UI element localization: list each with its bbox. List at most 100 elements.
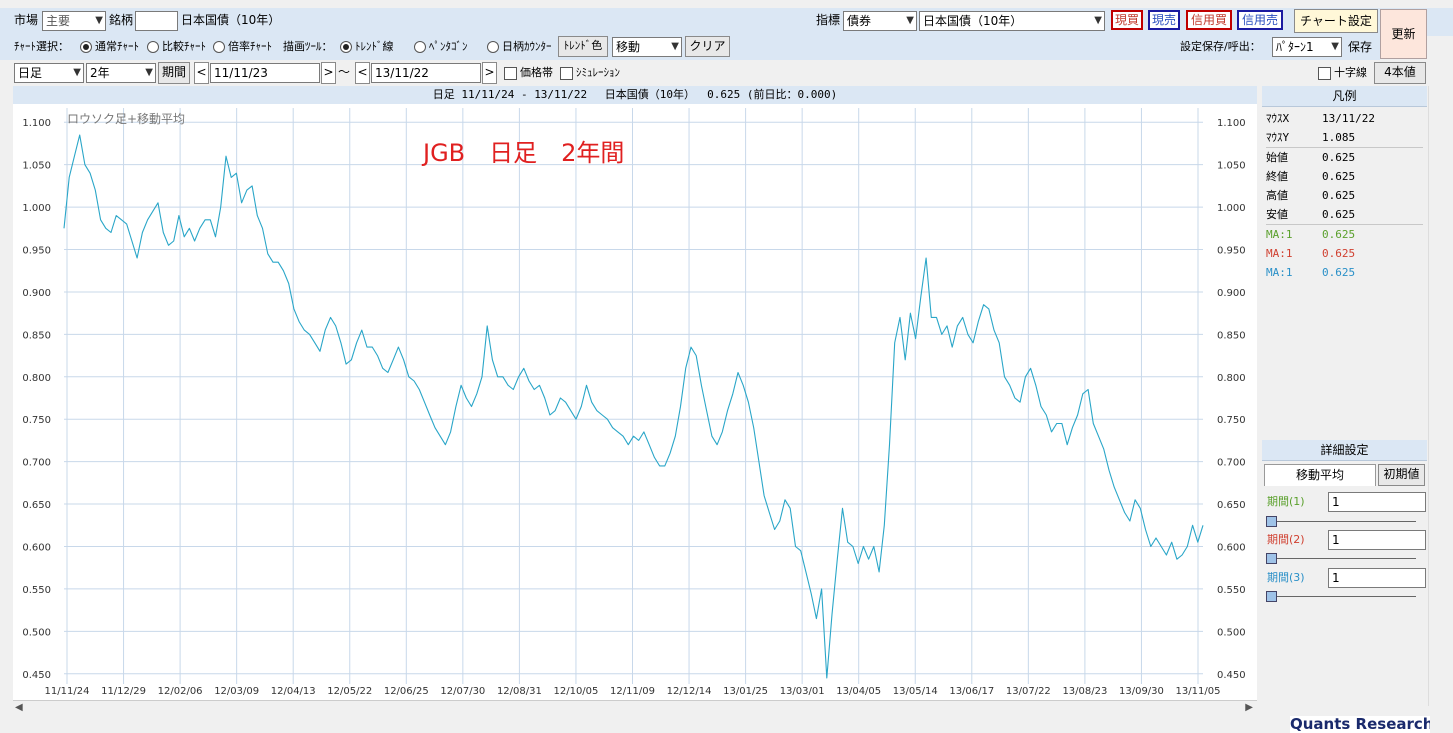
- y-tick-label: 1.050: [22, 161, 51, 172]
- period-button[interactable]: 期間: [158, 62, 190, 84]
- radio-compare-chart[interactable]: 比較ﾁｬｰﾄ: [147, 38, 206, 56]
- move-select[interactable]: 移動 ▼: [612, 37, 682, 57]
- legend-value: 0.625: [1322, 151, 1356, 164]
- pattern-select[interactable]: ﾊﾟﾀｰﾝ1 ▼: [1272, 37, 1342, 57]
- scroll-right-icon[interactable]: ▶: [1245, 702, 1253, 713]
- period-type-select[interactable]: 日足 ▼: [14, 63, 84, 83]
- legend-value: 0.625: [1322, 170, 1356, 183]
- period-length-select[interactable]: 2年 ▼: [86, 63, 156, 83]
- radio-normal-chart[interactable]: 通常ﾁｬｰﾄ: [80, 38, 139, 56]
- y-tick-label: 0.650: [22, 500, 51, 511]
- four-values-button[interactable]: 4本値: [1374, 62, 1426, 84]
- x-tick-label: 12/11/09: [610, 686, 655, 697]
- legend-row: 終値 0.625: [1266, 167, 1423, 186]
- legend-ma3-row: MA:1 0.625: [1266, 263, 1423, 282]
- y-tick-label: 1.100: [1217, 118, 1246, 129]
- radio-off-icon: [487, 41, 499, 53]
- start-date-input[interactable]: 11/11/23: [210, 63, 320, 83]
- start-prev-button[interactable]: <: [194, 62, 209, 84]
- chevron-right-icon: >: [323, 65, 334, 79]
- chevron-down-icon: ▼: [671, 41, 679, 52]
- x-tick-label: 13/03/01: [780, 686, 825, 697]
- legend-label: 高値: [1266, 189, 1288, 202]
- indicator-label: 指標: [816, 13, 841, 27]
- x-tick-label: 13/07/22: [1006, 686, 1051, 697]
- legend-label: ﾏｳｽY: [1266, 131, 1290, 144]
- symbol-input[interactable]: [135, 11, 178, 31]
- radio-pentagon[interactable]: ﾍﾟﾝﾀｺﾞﾝ: [414, 38, 468, 56]
- start-next-button[interactable]: >: [321, 62, 336, 84]
- simulation-checkbox[interactable]: ｼﾐｭﾚｰｼｮﾝ: [560, 64, 620, 82]
- y-tick-label: 0.750: [22, 415, 51, 426]
- legend-header: 凡例: [1262, 86, 1427, 107]
- legend-label: ﾏｳｽX: [1266, 112, 1290, 125]
- period1-input[interactable]: 1: [1328, 492, 1426, 512]
- end-next-button[interactable]: >: [482, 62, 497, 84]
- margin-buy-button[interactable]: 信用買: [1186, 10, 1232, 30]
- x-tick-label: 12/04/13: [271, 686, 316, 697]
- market-select[interactable]: 主要 ▼: [42, 11, 106, 31]
- scroll-left-icon[interactable]: ◀: [15, 702, 23, 713]
- y-tick-label: 0.900: [22, 288, 51, 299]
- period2-slider-thumb[interactable]: [1266, 553, 1277, 564]
- indicator-symbol-select[interactable]: 日本国債（10年） ▼: [919, 11, 1105, 31]
- period3-input[interactable]: 1: [1328, 568, 1426, 588]
- save-button[interactable]: 保存: [1348, 37, 1372, 57]
- update-button[interactable]: 更新: [1380, 9, 1427, 59]
- initial-values-button[interactable]: 初期値: [1378, 464, 1425, 486]
- x-tick-label: 12/08/31: [497, 686, 542, 697]
- legend-body: ﾏｳｽX 13/11/22 ﾏｳｽY 1.085 始値 0.625 終値 0.625 高…: [1262, 107, 1427, 284]
- margin-sell-button[interactable]: 信用売: [1237, 10, 1283, 30]
- chart-title: JGB 日足 2年間: [421, 139, 624, 167]
- period2-input[interactable]: 1: [1328, 530, 1426, 550]
- chevron-left-icon: <: [357, 65, 368, 79]
- radio-off-icon: [147, 41, 159, 53]
- radio-day-counter[interactable]: 日柄ｶｳﾝﾀｰ: [487, 38, 552, 56]
- legend-label: 終値: [1266, 170, 1288, 183]
- x-tick-label: 13/05/14: [893, 686, 938, 697]
- chevron-down-icon: ▼: [1094, 15, 1102, 26]
- chart-settings-button[interactable]: チャート設定: [1294, 9, 1378, 33]
- legend-panel: 凡例 ﾏｳｽX 13/11/22 ﾏｳｽY 1.085 始値 0.625 終値 0.62…: [1262, 86, 1427, 436]
- settings-save-label: 設定保存/呼出：: [1180, 40, 1261, 53]
- period1-slider-thumb[interactable]: [1266, 516, 1277, 527]
- period3-slider-thumb[interactable]: [1266, 591, 1277, 602]
- cash-sell-button[interactable]: 現売: [1148, 10, 1180, 30]
- trend-color-button[interactable]: ﾄﾚﾝﾄﾞ色: [558, 36, 608, 57]
- clear-button[interactable]: クリア: [685, 36, 730, 57]
- draw-tool-label: 描画ﾂｰﾙ：: [283, 40, 333, 53]
- crosshair-checkbox[interactable]: 十字線: [1318, 64, 1367, 82]
- legend-row: 高値 0.625: [1266, 186, 1423, 205]
- radio-ratio-chart[interactable]: 倍率ﾁｬｰﾄ: [213, 38, 272, 56]
- y-tick-label: 0.800: [22, 373, 51, 384]
- horizontal-scrollbar[interactable]: ◀ ▶: [13, 700, 1257, 715]
- x-tick-label: 12/12/14: [667, 686, 712, 697]
- legend-value: 0.625: [1322, 228, 1356, 241]
- radio-trend-line[interactable]: ﾄﾚﾝﾄﾞ線: [340, 38, 394, 56]
- y-tick-label: 1.050: [1217, 161, 1246, 172]
- legend-label: MA:1: [1266, 266, 1293, 279]
- legend-row: 始値 0.625: [1266, 148, 1423, 167]
- x-tick-label: 13/01/25: [723, 686, 768, 697]
- price-chart[interactable]: 1.100 1.050 1.000 0.950 0.900 0.850 0.800 0.750…: [13, 104, 1257, 700]
- x-tick-label: 12/03/09: [214, 686, 259, 697]
- vertical-scrollbar[interactable]: [1428, 86, 1442, 706]
- period2-slider[interactable]: [1272, 558, 1416, 559]
- period3-label: 期間(3): [1267, 571, 1305, 584]
- chart-subtitle: ロウソク足+移動平均: [67, 112, 185, 126]
- chevron-down-icon: ▼: [1331, 41, 1339, 52]
- end-prev-button[interactable]: <: [355, 62, 370, 84]
- legend-value: 0.625: [1322, 189, 1356, 202]
- checkbox-icon: [1318, 66, 1331, 80]
- price-band-checkbox[interactable]: 価格帯: [504, 64, 553, 82]
- period1-slider[interactable]: [1272, 521, 1416, 522]
- radio-on-icon: [80, 41, 92, 53]
- indicator-type-select[interactable]: 債券 ▼: [843, 11, 917, 31]
- cash-buy-button[interactable]: 現買: [1111, 10, 1143, 30]
- y-tick-label: 0.800: [1217, 373, 1246, 384]
- tab-moving-average[interactable]: 移動平均: [1264, 464, 1376, 486]
- period3-slider[interactable]: [1272, 596, 1416, 597]
- legend-value: 1.085: [1322, 131, 1356, 144]
- y-tick-label: 0.950: [22, 246, 51, 257]
- end-date-input[interactable]: 13/11/22: [371, 63, 481, 83]
